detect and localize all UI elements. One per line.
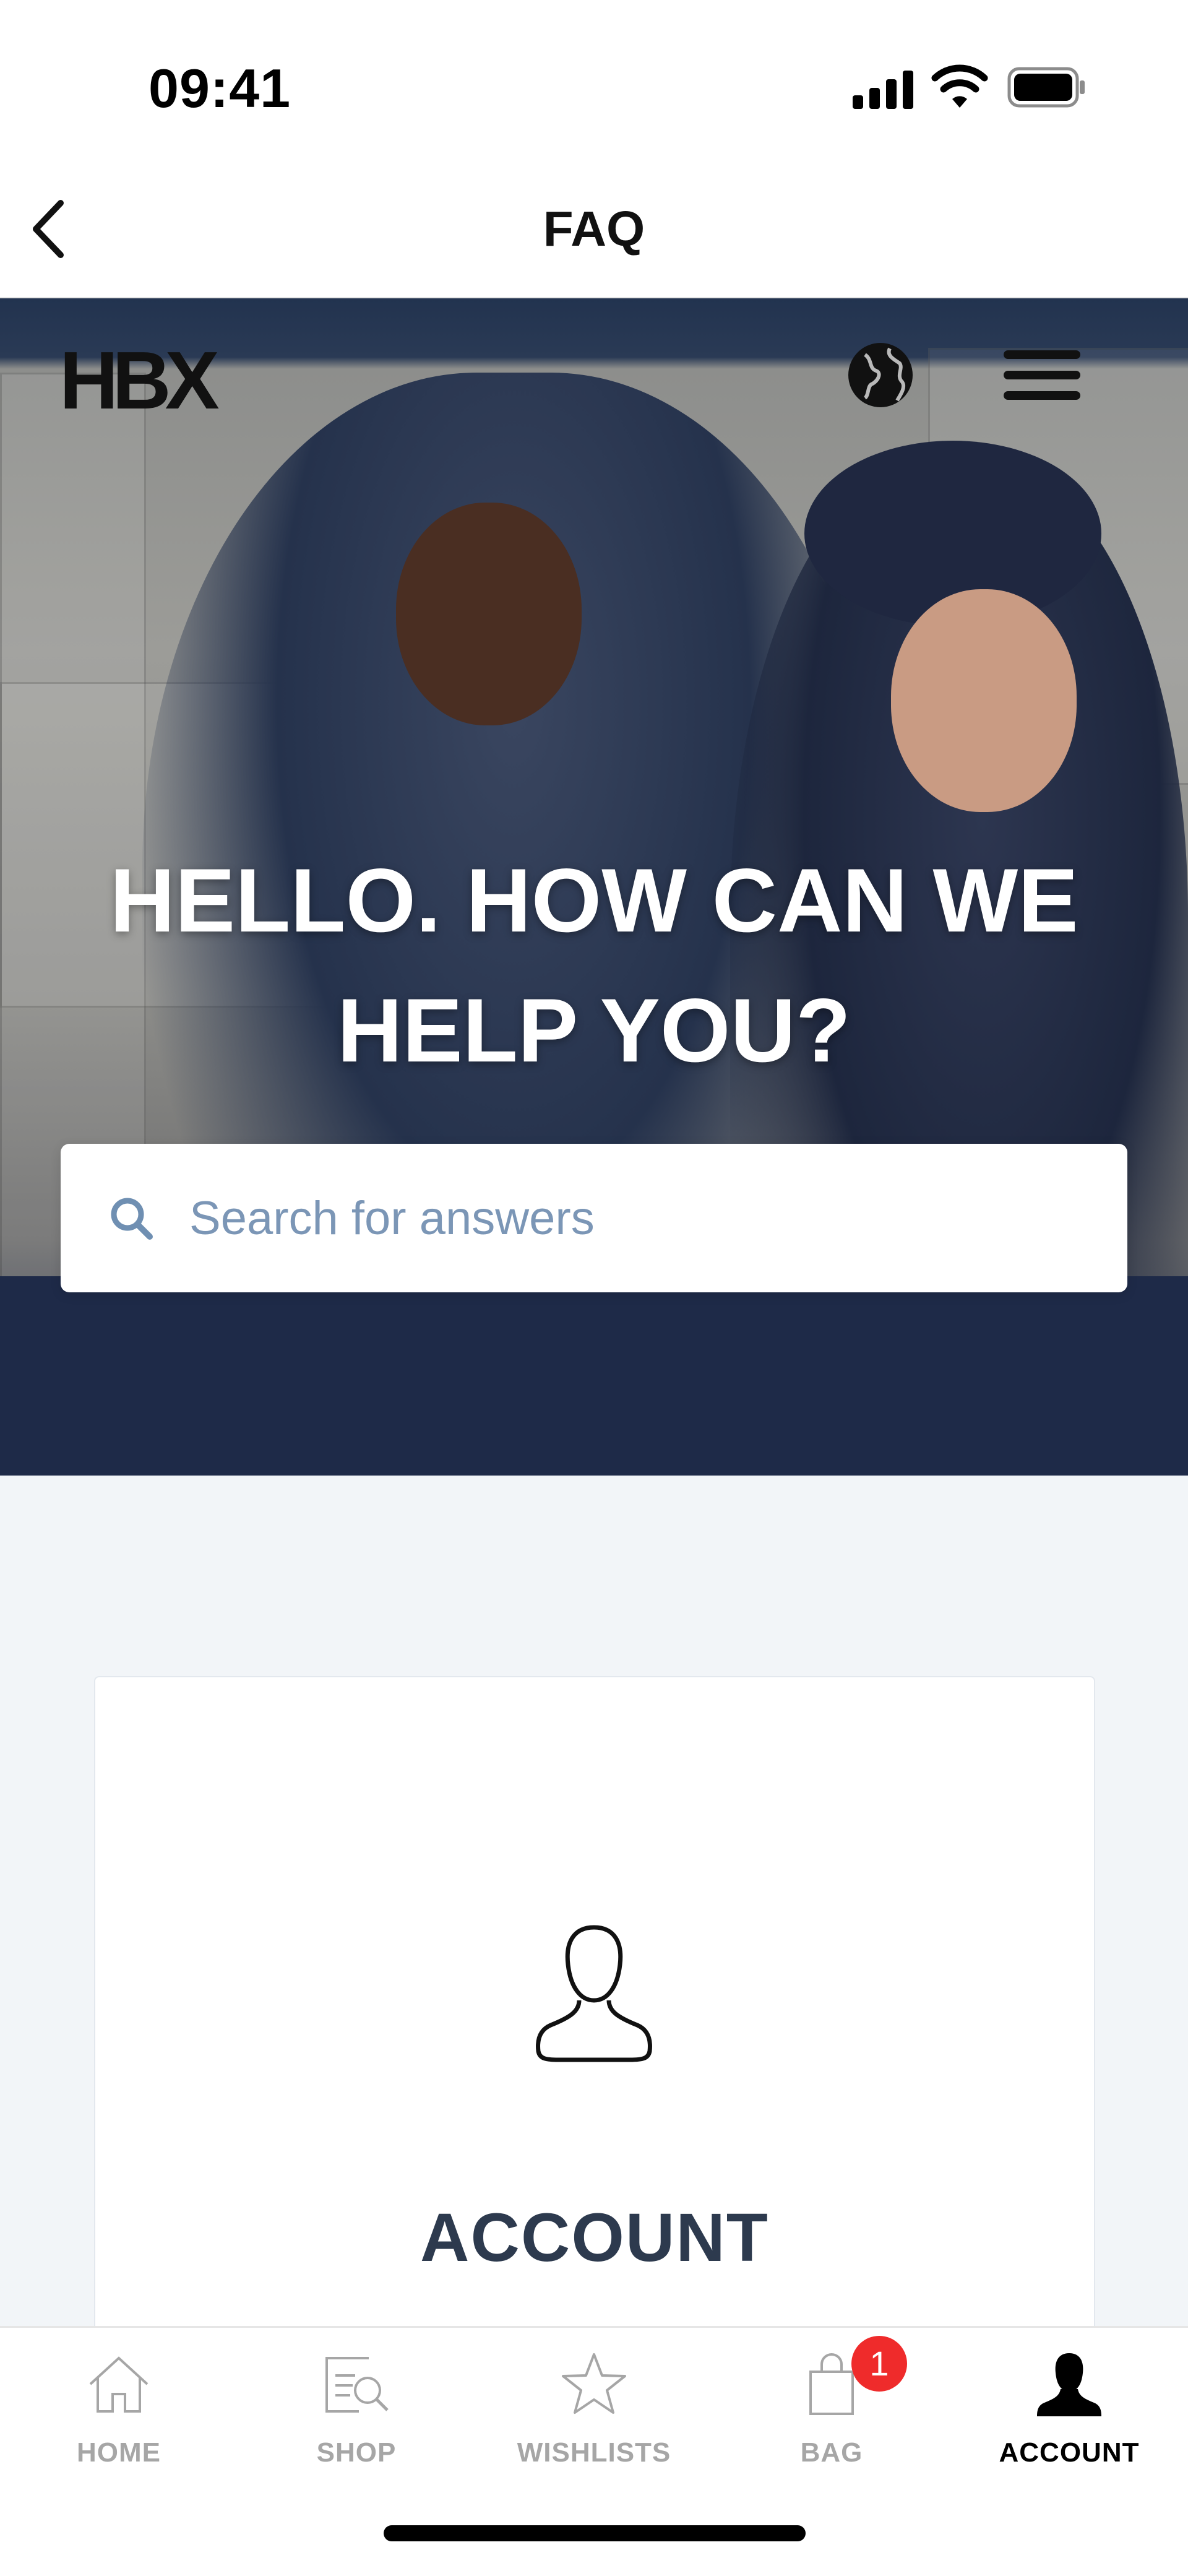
tab-wishlists[interactable]: WISHLISTS: [475, 2346, 713, 2488]
bag-count-badge: 1: [851, 2336, 907, 2392]
hero-heading: HELLO. HOW CAN WE HELP YOU?: [110, 850, 1078, 1081]
page-title: FAQ: [543, 201, 645, 256]
search-icon: [111, 1198, 153, 1240]
hbx-logo[interactable]: HBX: [59, 340, 220, 421]
tab-shop[interactable]: SHOP: [238, 2346, 475, 2488]
tab-home[interactable]: HOME: [0, 2346, 238, 2488]
user-outline-icon: [536, 1925, 652, 2062]
tab-bag[interactable]: BAG: [713, 2346, 950, 2488]
tab-account[interactable]: ACCOUNT: [950, 2346, 1188, 2488]
home-indicator: [384, 2525, 806, 2541]
cellular-signal-icon: [853, 69, 913, 109]
globe-icon[interactable]: [846, 341, 915, 409]
tab-label: BAG: [800, 2437, 863, 2468]
search-input[interactable]: [188, 1190, 1057, 1246]
tab-label: SHOP: [316, 2437, 397, 2468]
card-title: ACCOUNT: [420, 2200, 769, 2276]
tab-label: ACCOUNT: [999, 2437, 1140, 2468]
status-time: 09:41: [148, 58, 291, 119]
shop-search-icon: [325, 2357, 389, 2413]
hamburger-menu-icon[interactable]: [1004, 350, 1080, 400]
battery-icon: [1007, 67, 1085, 108]
wifi-icon: [931, 64, 988, 108]
home-icon: [89, 2356, 148, 2413]
tab-label: HOME: [77, 2437, 161, 2468]
tab-label: WISHLISTS: [517, 2437, 671, 2468]
star-icon: [562, 2353, 626, 2414]
account-icon: [1037, 2353, 1101, 2416]
search-box[interactable]: [61, 1144, 1127, 1292]
